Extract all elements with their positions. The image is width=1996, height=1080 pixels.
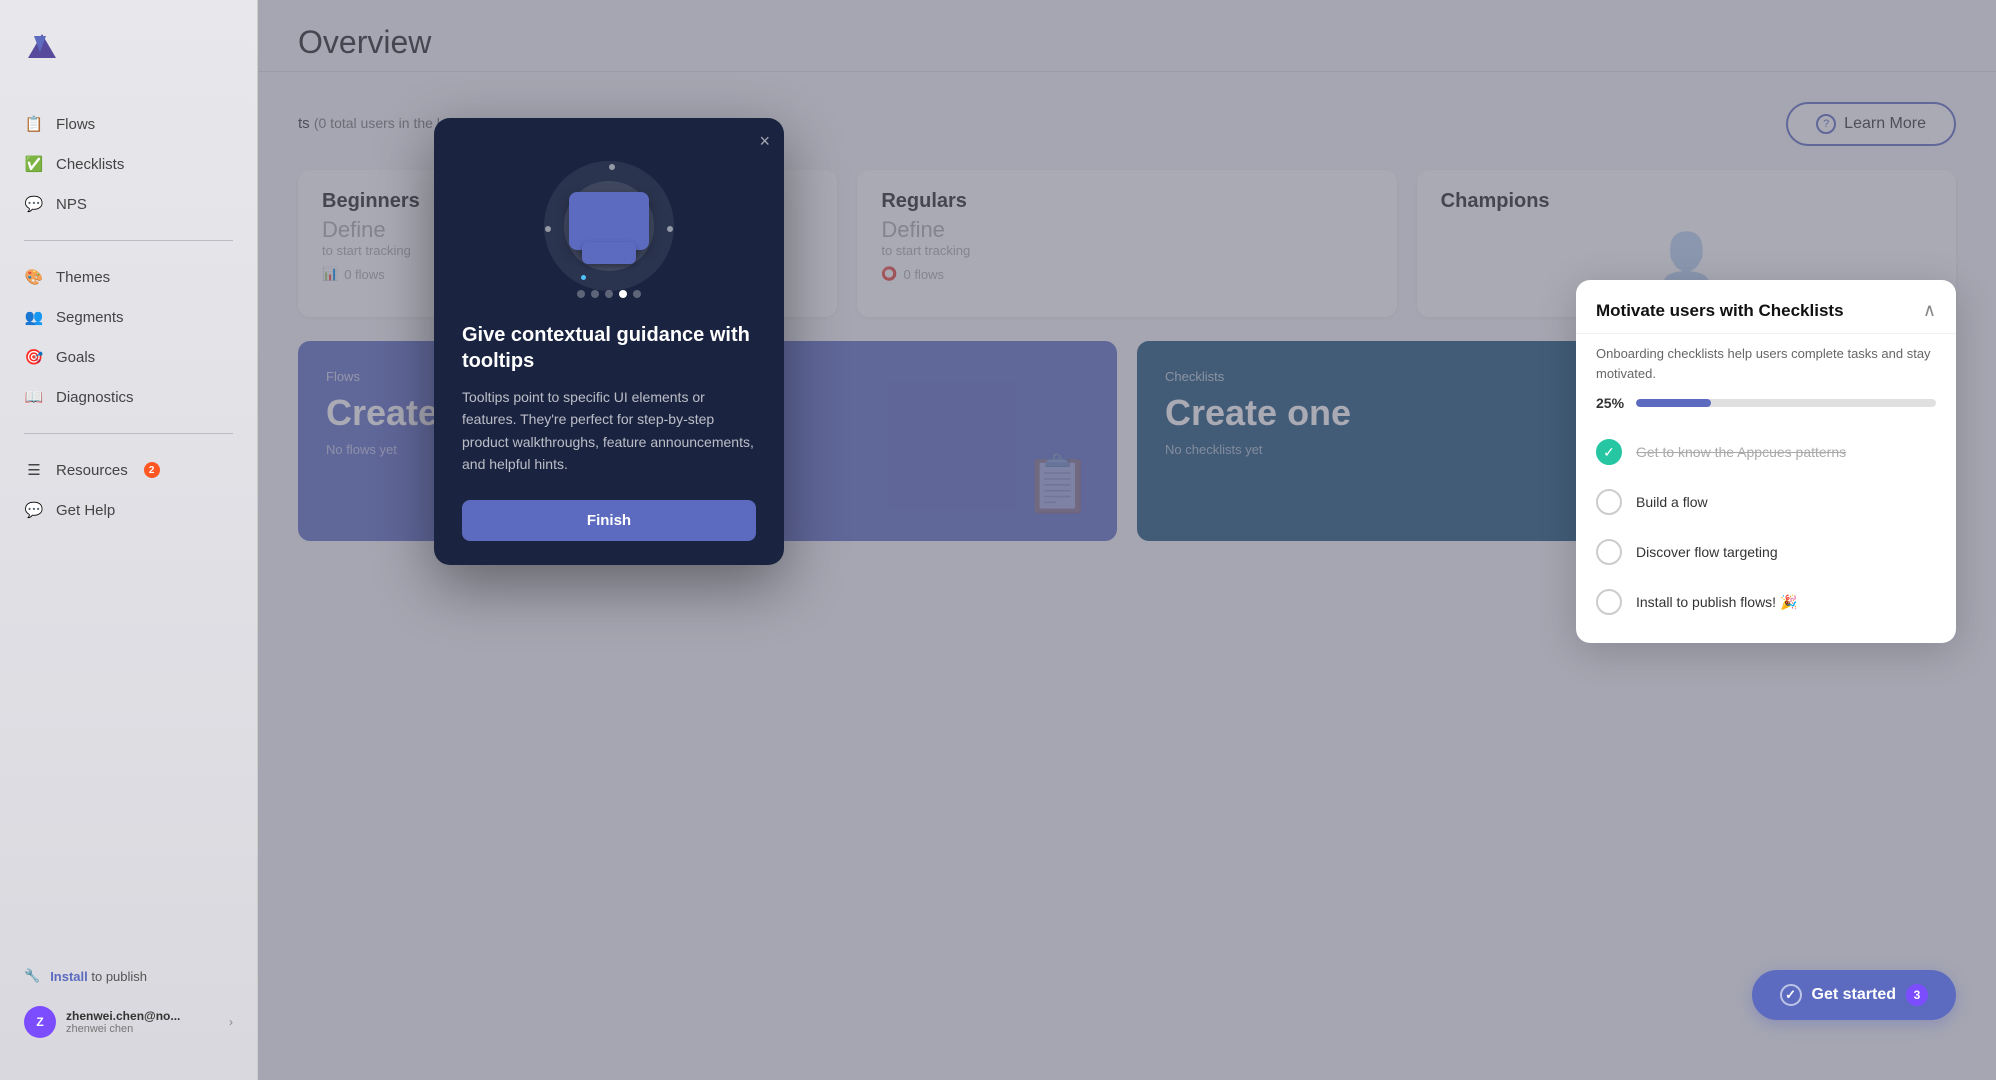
main-content: Overview ts (0 total users in the last 7…	[258, 0, 1996, 1080]
checklist-item-3[interactable]: Install to publish flows! 🎉	[1576, 577, 1956, 627]
checklist-panel-header: Motivate users with Checklists ∧	[1576, 280, 1956, 334]
get-started-label: Get started	[1812, 986, 1896, 1004]
sidebar-item-flows[interactable]: 📋 Flows	[0, 104, 257, 144]
progress-bar	[1636, 399, 1936, 407]
logo-area	[0, 20, 257, 96]
get-started-button[interactable]: ✓ Get started 3	[1752, 970, 1956, 1020]
sidebar-item-nps[interactable]: 💬 NPS	[0, 184, 257, 224]
modal-dot-2	[591, 290, 599, 298]
modal-body: Tooltips point to specific UI elements o…	[462, 386, 756, 476]
nav-divider-2	[24, 433, 233, 434]
nav-section-1: 📋 Flows ✅ Checklists 💬 NPS	[0, 96, 257, 232]
sidebar-item-gethelp[interactable]: 💬 Get Help	[0, 490, 257, 530]
install-to-publish[interactable]: 🔧 Install to publish	[0, 958, 257, 994]
progress-fill	[1636, 399, 1711, 407]
sidebar: 📋 Flows ✅ Checklists 💬 NPS 🎨 Themes 👥 Se…	[0, 0, 258, 1080]
checklist-collapse-button[interactable]: ∧	[1923, 300, 1936, 321]
sidebar-item-diagnostics[interactable]: 📖 Diagnostics	[0, 377, 257, 417]
modal-title: Give contextual guidance with tooltips	[462, 322, 756, 374]
modal-dot-5	[633, 290, 641, 298]
target-icon: 🎯	[24, 347, 44, 367]
modal-dot-3	[605, 290, 613, 298]
chat-icon: 💬	[24, 194, 44, 214]
modal-dots	[577, 290, 641, 298]
checklist-item-0[interactable]: ✓ Get to know the Appcues patterns	[1576, 427, 1956, 477]
user-email: zhenwei.chen@no...	[66, 1009, 180, 1023]
modal-close-button[interactable]: ×	[759, 132, 770, 150]
checklist-item-label-2: Discover flow targeting	[1636, 544, 1778, 560]
checklist-items: ✓ Get to know the Appcues patterns Build…	[1576, 423, 1956, 643]
book-icon: 📋	[24, 114, 44, 134]
install-label: Install to publish	[50, 969, 147, 984]
check-circle-0: ✓	[1596, 439, 1622, 465]
checklist-pct: 25%	[1596, 395, 1624, 411]
checklist-item-2[interactable]: Discover flow targeting	[1576, 527, 1956, 577]
check-circle-3	[1596, 589, 1622, 615]
modal-dot-4	[619, 290, 627, 298]
check-circle-1	[1596, 489, 1622, 515]
sidebar-nav: 📋 Flows ✅ Checklists 💬 NPS 🎨 Themes 👥 Se…	[0, 96, 257, 958]
check-circle-icon: ✅	[24, 154, 44, 174]
wrench-icon: 🔧	[24, 968, 40, 984]
get-started-check-icon: ✓	[1780, 984, 1802, 1006]
tooltip-modal: ×	[434, 118, 784, 565]
users-icon: 👥	[24, 307, 44, 327]
modal-dot-1	[577, 290, 585, 298]
checklist-item-label-1: Build a flow	[1636, 494, 1708, 510]
checklist-progress: 25%	[1576, 383, 1956, 423]
user-menu[interactable]: Z zhenwei.chen@no... zhenwei chen ›	[0, 994, 257, 1050]
modal-illustration	[462, 146, 756, 306]
app-logo	[24, 30, 60, 66]
checklist-item-1[interactable]: Build a flow	[1576, 477, 1956, 527]
checklist-desc: Onboarding checklists help users complet…	[1576, 334, 1956, 383]
sidebar-item-segments[interactable]: 👥 Segments	[0, 297, 257, 337]
check-circle-2	[1596, 539, 1622, 565]
resources-badge: 2	[144, 462, 160, 478]
user-info: zhenwei.chen@no... zhenwei chen	[66, 1009, 180, 1035]
get-started-badge: 3	[1906, 984, 1928, 1006]
nav-divider-1	[24, 240, 233, 241]
finish-button[interactable]: Finish	[462, 500, 756, 541]
user-name: zhenwei chen	[66, 1023, 180, 1035]
sidebar-item-goals[interactable]: 🎯 Goals	[0, 337, 257, 377]
user-chevron-icon: ›	[229, 1015, 233, 1029]
sidebar-item-checklists[interactable]: ✅ Checklists	[0, 144, 257, 184]
list-icon: ☰	[24, 460, 44, 480]
gethelp-icon: 💬	[24, 500, 44, 520]
checklist-item-label-0: Get to know the Appcues patterns	[1636, 444, 1846, 460]
checklist-item-label-3: Install to publish flows! 🎉	[1636, 594, 1797, 611]
sidebar-item-resources[interactable]: ☰ Resources 2	[0, 450, 257, 490]
nav-section-2: 🎨 Themes 👥 Segments 🎯 Goals 📖 Diagnostic…	[0, 249, 257, 425]
sidebar-bottom: 🔧 Install to publish Z zhenwei.chen@no..…	[0, 958, 257, 1060]
checklist-panel: Motivate users with Checklists ∧ Onboard…	[1576, 280, 1956, 643]
sidebar-item-themes[interactable]: 🎨 Themes	[0, 257, 257, 297]
checklist-panel-title: Motivate users with Checklists	[1596, 301, 1844, 321]
paint-icon: 🎨	[24, 267, 44, 287]
nav-section-3: ☰ Resources 2 💬 Get Help	[0, 442, 257, 538]
diagnostics-icon: 📖	[24, 387, 44, 407]
avatar: Z	[24, 1006, 56, 1038]
